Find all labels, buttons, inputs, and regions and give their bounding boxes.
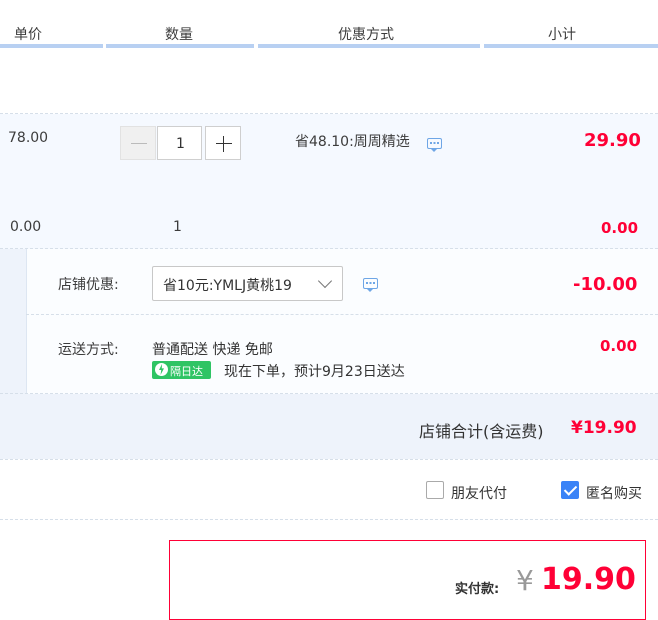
shipping-label: 运送方式: xyxy=(58,342,119,358)
divider xyxy=(0,248,658,250)
divider xyxy=(0,519,658,521)
increase-quantity-button[interactable] xyxy=(205,126,241,160)
item-subtotal: 29.90 xyxy=(584,130,641,151)
column-header-price: 单价 xyxy=(14,27,42,43)
payment-amount: 19.90 xyxy=(541,562,636,597)
shop-discount-select[interactable]: 省10元:YMLJ黄桃19 xyxy=(152,266,343,301)
delivery-estimate: 现在下单，预计9月23日送达 xyxy=(224,364,405,380)
minus-icon xyxy=(131,143,147,144)
header-underline xyxy=(258,44,480,48)
gift-subtotal: 0.00 xyxy=(601,219,639,237)
friend-pay-label[interactable]: 朋友代付 xyxy=(451,483,507,503)
column-header-quantity: 数量 xyxy=(165,27,193,43)
speech-bubble-icon[interactable] xyxy=(427,138,442,152)
plus-icon-vertical xyxy=(223,136,224,152)
column-header-subtotal: 小计 xyxy=(548,27,576,43)
shop-discount-selected: 省10元:YMLJ黄桃19 xyxy=(163,278,292,294)
column-header-discount: 优惠方式 xyxy=(338,27,394,43)
payment-currency: ¥ xyxy=(516,564,534,597)
speech-bubble-icon[interactable] xyxy=(363,278,378,292)
plus-icon xyxy=(216,143,232,144)
shop-total-value: ¥19.90 xyxy=(571,418,637,438)
gift-unit-price: 0.00 xyxy=(10,219,42,235)
chevron-down-icon xyxy=(317,273,333,289)
shipping-method: 普通配送 快递 免邮 xyxy=(152,342,273,358)
item-discount-text: 省48.10:周周精选 xyxy=(295,134,410,150)
decrease-quantity-button[interactable] xyxy=(120,126,156,160)
header-underline xyxy=(484,44,658,48)
next-day-badge-label: 隔日达 xyxy=(170,365,203,378)
gift-quantity: 1 xyxy=(173,219,182,235)
anonymous-purchase-checkbox[interactable] xyxy=(561,481,579,499)
shop-discount-amount: -10.00 xyxy=(573,274,638,295)
quantity-value: 1 xyxy=(176,136,185,152)
quantity-input[interactable]: 1 xyxy=(157,126,202,160)
payment-label: 实付款: xyxy=(455,582,500,597)
unit-price: 78.00 xyxy=(8,130,49,146)
header-underline xyxy=(106,44,254,48)
table-header: 单价 数量 优惠方式 小计 xyxy=(0,0,658,48)
shipping-cost: 0.00 xyxy=(600,337,638,355)
divider xyxy=(0,393,658,395)
friend-pay-checkbox[interactable] xyxy=(426,481,444,499)
anonymous-purchase-label[interactable]: 匿名购买 xyxy=(586,483,658,503)
next-day-badge: 隔日达 xyxy=(152,361,211,379)
shop-discount-label: 店铺优惠: xyxy=(58,277,119,293)
divider xyxy=(26,314,658,316)
shop-total-label: 店铺合计(含运费) xyxy=(419,422,544,441)
lightning-icon xyxy=(155,363,168,376)
divider xyxy=(0,459,658,461)
header-underline xyxy=(0,44,103,48)
